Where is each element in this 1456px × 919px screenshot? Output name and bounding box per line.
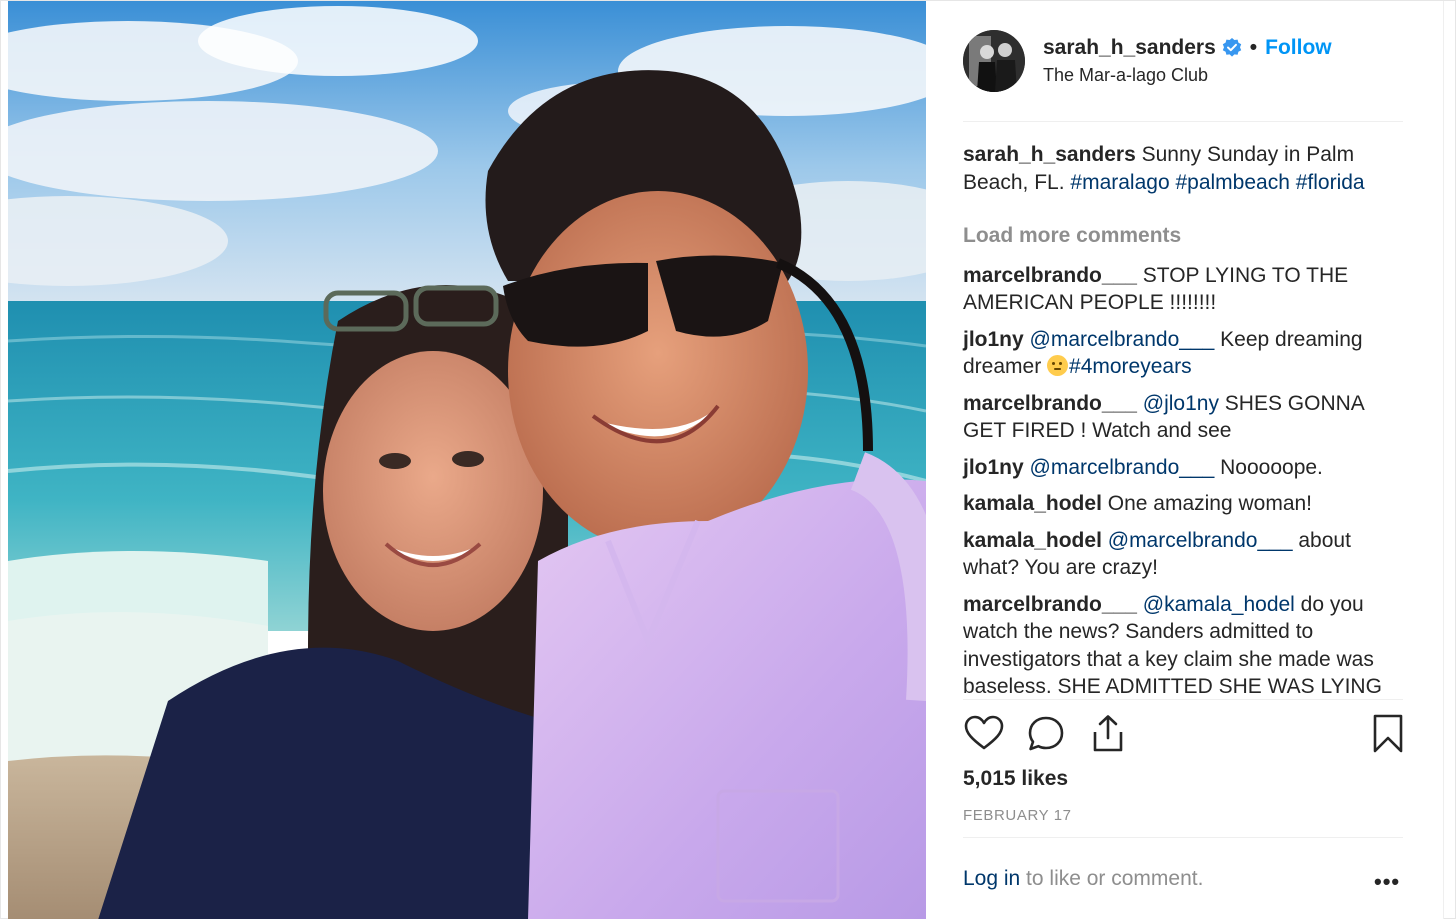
comment-username[interactable]: marcelbrando___ bbox=[963, 593, 1137, 616]
mention-link[interactable]: @marcelbrando___ bbox=[1030, 456, 1215, 479]
instagram-post: sarah_h_sanders • Follow The Mar-a-lago … bbox=[0, 0, 1456, 919]
heart-icon bbox=[964, 715, 1004, 750]
comment: jlo1ny @marcelbrando___ Keep dreaming dr… bbox=[963, 326, 1411, 381]
comment-text: Nooooope. bbox=[1214, 455, 1323, 479]
login-link[interactable]: Log in bbox=[963, 867, 1020, 890]
comment-username[interactable]: kamala_hodel bbox=[963, 529, 1102, 552]
comment-bubble-icon bbox=[1028, 716, 1064, 751]
mention-link[interactable]: @kamala_hodel bbox=[1143, 593, 1295, 616]
comment-username[interactable]: jlo1ny bbox=[963, 328, 1024, 351]
comment: kamala_hodel @marcelbrando___ about what… bbox=[963, 527, 1411, 582]
share-button[interactable] bbox=[1087, 713, 1129, 755]
comment-username[interactable]: kamala_hodel bbox=[963, 492, 1102, 515]
comment-text: One amazing woman! bbox=[1101, 492, 1313, 515]
footer-divider bbox=[963, 837, 1403, 838]
login-prompt: Log in to like or comment. bbox=[963, 867, 1203, 891]
hashtag-link[interactable]: #florida bbox=[1296, 171, 1365, 194]
share-icon bbox=[1093, 715, 1123, 752]
hashtag-link[interactable]: #maralago bbox=[1070, 171, 1169, 194]
post-date: FEBRUARY 17 bbox=[963, 807, 1072, 824]
likes-count[interactable]: 5,015 likes bbox=[963, 767, 1068, 791]
comment-button[interactable] bbox=[1025, 713, 1067, 755]
comment: jlo1ny @marcelbrando___ Nooooope. bbox=[963, 454, 1411, 482]
separator-dot: • bbox=[1249, 36, 1258, 59]
action-bar bbox=[963, 713, 1405, 759]
header-text: sarah_h_sanders • Follow The Mar-a-lago … bbox=[1043, 35, 1332, 87]
verified-badge-icon bbox=[1222, 38, 1242, 58]
post-header: sarah_h_sanders • Follow The Mar-a-lago … bbox=[963, 30, 1403, 92]
comment: kamala_hodel One amazing woman! bbox=[963, 490, 1411, 518]
load-more-comments-button[interactable]: Load more comments bbox=[963, 222, 1411, 250]
hashtag-link[interactable]: #4moreyears bbox=[1069, 355, 1192, 378]
save-button[interactable] bbox=[1367, 713, 1409, 755]
login-prompt-text: to like or comment. bbox=[1020, 867, 1204, 890]
rolling-eyes-emoji-icon bbox=[1047, 355, 1069, 376]
caption-username[interactable]: sarah_h_sanders bbox=[963, 143, 1136, 166]
location-link[interactable]: The Mar-a-lago Club bbox=[1043, 63, 1332, 87]
follow-button[interactable]: Follow bbox=[1265, 35, 1332, 61]
comment-username[interactable]: marcelbrando___ bbox=[963, 392, 1137, 415]
comment: marcelbrando___ @kamala_hodel do you wat… bbox=[963, 591, 1411, 701]
comment-username[interactable]: marcelbrando___ bbox=[963, 264, 1137, 287]
more-options-icon[interactable]: ••• bbox=[1374, 869, 1400, 895]
mention-link[interactable]: @jlo1ny bbox=[1143, 392, 1219, 415]
comment: marcelbrando___ STOP LYING TO THE AMERIC… bbox=[963, 262, 1411, 317]
header-divider bbox=[963, 121, 1403, 122]
hashtag-link[interactable]: #palmbeach bbox=[1175, 171, 1289, 194]
post-photo[interactable] bbox=[8, 1, 926, 919]
comment-username[interactable]: jlo1ny bbox=[963, 456, 1024, 479]
caption: sarah_h_sanders Sunny Sunday in Palm Bea… bbox=[963, 141, 1411, 196]
avatar[interactable] bbox=[963, 30, 1025, 92]
like-button[interactable] bbox=[963, 713, 1005, 755]
comments-list: sarah_h_sanders Sunny Sunday in Palm Bea… bbox=[963, 141, 1411, 710]
header-row: sarah_h_sanders • Follow bbox=[1043, 35, 1332, 61]
mention-link[interactable]: @marcelbrando___ bbox=[1030, 328, 1215, 351]
actions-divider bbox=[963, 699, 1403, 700]
bookmark-icon bbox=[1373, 714, 1403, 753]
comment: marcelbrando___ @jlo1ny SHES GONNA GET F… bbox=[963, 390, 1411, 445]
mention-link[interactable]: @marcelbrando___ bbox=[1108, 529, 1293, 552]
post-side-panel: sarah_h_sanders • Follow The Mar-a-lago … bbox=[926, 1, 1444, 919]
username-link[interactable]: sarah_h_sanders bbox=[1043, 35, 1216, 61]
